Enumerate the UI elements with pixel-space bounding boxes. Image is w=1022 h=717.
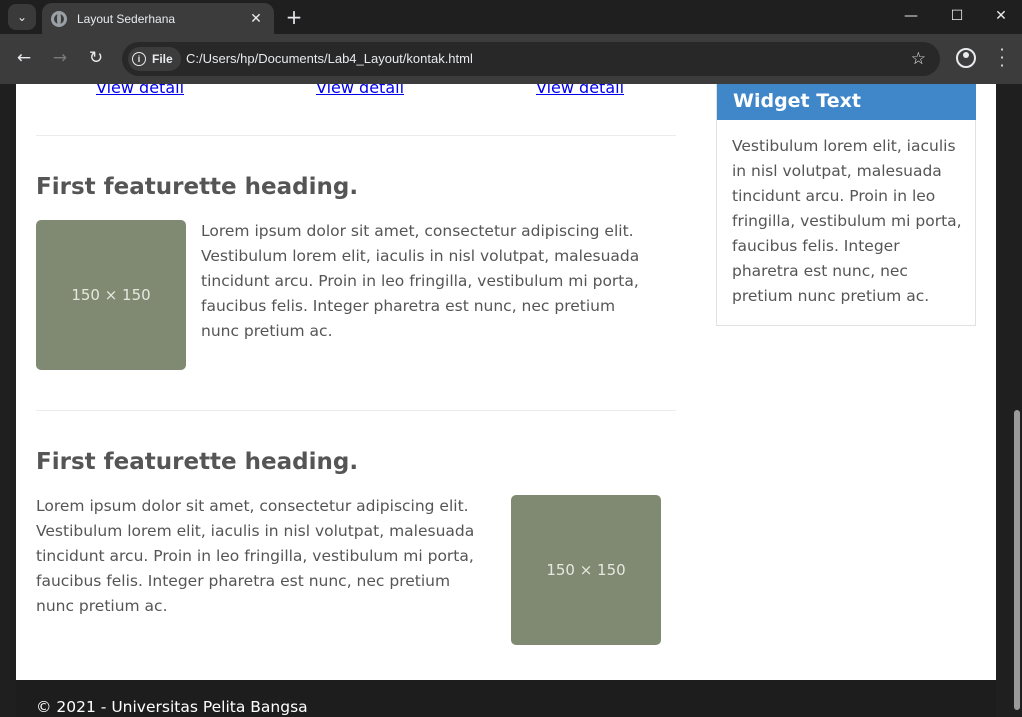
sidebar-widget: Widget Text Vestibulum lorem elit, iacul… [716, 84, 976, 326]
page-body: View detail View detail View detail Firs… [16, 84, 996, 717]
scrollbar[interactable] [1011, 84, 1022, 717]
footer: © 2021 - Universitas Pelita Bangsa [16, 680, 996, 717]
featurette-heading-1: First featurette heading. [36, 174, 359, 200]
back-button[interactable]: ← [10, 44, 38, 72]
close-window-button[interactable]: ✕ [978, 0, 1022, 32]
profile-icon[interactable] [956, 48, 976, 68]
site-info-chip[interactable]: i File [128, 47, 181, 71]
close-tab-icon[interactable]: ✕ [246, 9, 266, 29]
bookmark-star-icon[interactable]: ☆ [911, 49, 926, 69]
view-detail-link-2[interactable]: View detail [316, 84, 404, 97]
scrollbar-thumb[interactable] [1014, 410, 1020, 710]
divider [36, 410, 676, 411]
tab-title: Layout Sederhana [77, 11, 176, 26]
divider [36, 135, 676, 136]
url-text[interactable]: C:/Users/hp/Documents/Lab4_Layout/kontak… [186, 51, 473, 66]
reload-button[interactable]: ↻ [82, 44, 110, 72]
more-menu-icon[interactable]: · · · [994, 42, 1010, 74]
address-bar[interactable]: i File C:/Users/hp/Documents/Lab4_Layout… [122, 42, 940, 76]
info-icon: i [132, 52, 146, 66]
view-detail-links: View detail View detail View detail [16, 84, 696, 100]
featurette-heading-2: First featurette heading. [36, 449, 359, 475]
featurette-text-2: Lorem ipsum dolor sit amet, consectetur … [36, 497, 475, 615]
globe-icon [51, 10, 67, 27]
page-viewport: View detail View detail View detail Firs… [0, 84, 1022, 717]
forward-button[interactable]: → [46, 44, 74, 72]
browser-toolbar: ← → ↻ i File C:/Users/hp/Documents/Lab4_… [0, 34, 1022, 84]
widget-title: Widget Text [717, 84, 976, 120]
minimize-button[interactable]: — [888, 0, 934, 32]
active-tab[interactable]: Layout Sederhana ✕ [42, 3, 274, 34]
view-detail-link-3[interactable]: View detail [536, 84, 624, 97]
tab-strip: ⌄ Layout Sederhana ✕ + — ☐ ✕ [0, 0, 1022, 34]
new-tab-button[interactable]: + [282, 5, 306, 29]
widget-body: Vestibulum lorem elit, iaculis in nisl v… [732, 137, 962, 305]
view-detail-link-1[interactable]: View detail [96, 84, 184, 97]
maximize-button[interactable]: ☐ [934, 0, 980, 32]
placeholder-image-1: 150 × 150 [36, 220, 186, 370]
featurette-text-1: Lorem ipsum dolor sit amet, consectetur … [201, 222, 640, 340]
tab-search-button[interactable]: ⌄ [8, 4, 36, 30]
chip-label: File [152, 52, 173, 66]
footer-copyright: © 2021 - Universitas Pelita Bangsa [36, 698, 308, 716]
placeholder-image-2: 150 × 150 [511, 495, 661, 645]
